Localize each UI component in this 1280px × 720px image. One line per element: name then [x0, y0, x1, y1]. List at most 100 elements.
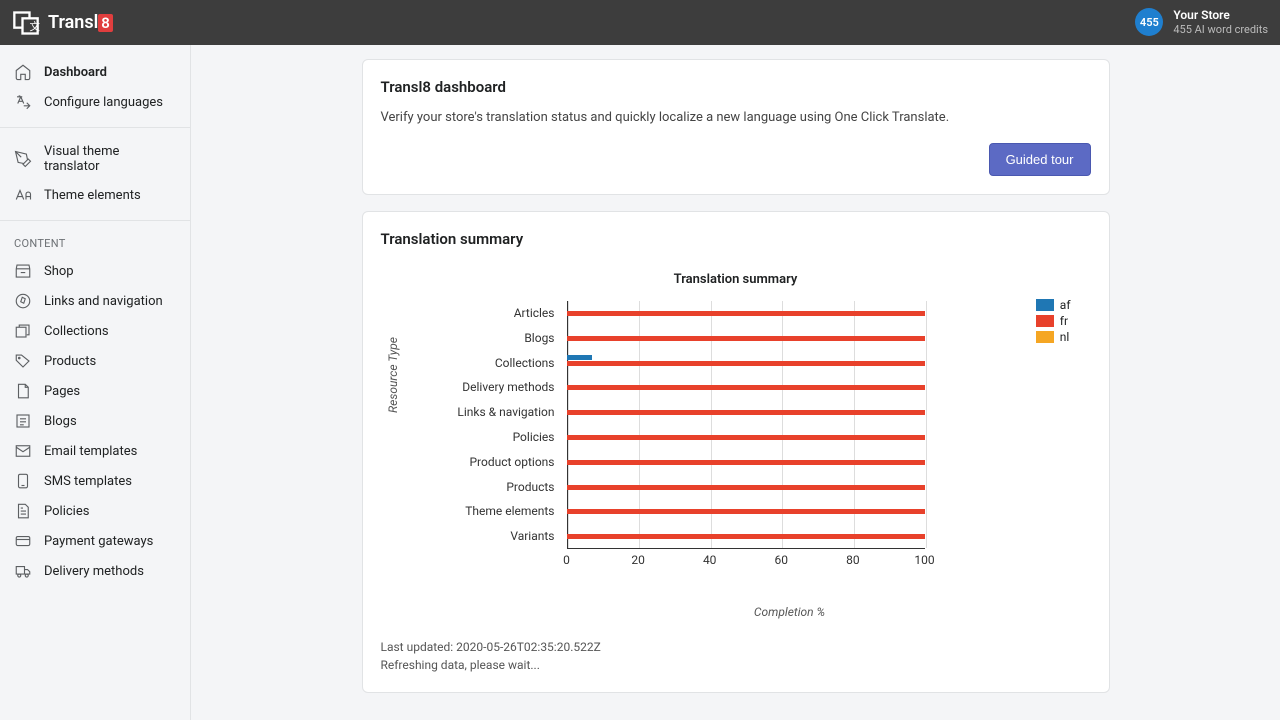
bar-fr: [567, 460, 925, 465]
payment-icon: [14, 532, 32, 550]
blog-icon: [14, 412, 32, 430]
nav-label: Payment gateways: [44, 534, 153, 549]
lang-icon: [14, 93, 32, 111]
category-label: Theme elements: [421, 504, 561, 518]
guided-tour-button[interactable]: Guided tour: [989, 143, 1091, 176]
nav-label: Visual theme translator: [44, 144, 176, 174]
category-label: Links & navigation: [421, 405, 561, 419]
sidebar-item-visual-theme-translator[interactable]: Visual theme translator: [0, 138, 190, 180]
bar-fr: [567, 361, 925, 366]
bar-fr: [567, 534, 925, 539]
sidebar-item-sms-templates[interactable]: SMS templates: [0, 466, 190, 496]
category-label: Policies: [421, 430, 561, 444]
content-heading: CONTENT: [0, 231, 190, 256]
x-tick: 80: [846, 553, 860, 567]
home-icon: [14, 63, 32, 81]
store-info[interactable]: 455 Your Store 455 AI word credits: [1135, 8, 1268, 38]
category-label: Collections: [421, 356, 561, 370]
last-updated: Last updated: 2020-05-26T02:35:20.522Z: [381, 638, 1091, 656]
bar-fr: [567, 385, 925, 390]
category-label: Delivery methods: [421, 380, 561, 394]
bar-af: [567, 355, 592, 360]
bar-fr: [567, 336, 925, 341]
sidebar-item-policies[interactable]: Policies: [0, 496, 190, 526]
category-label: Articles: [421, 306, 561, 320]
sidebar-item-configure-languages[interactable]: Configure languages: [0, 87, 190, 117]
tag-icon: [14, 352, 32, 370]
nav-label: Collections: [44, 324, 109, 339]
category-label: Products: [421, 480, 561, 494]
refreshing-text: Refreshing data, please wait...: [381, 656, 1091, 674]
sidebar-item-delivery-methods[interactable]: Delivery methods: [0, 556, 190, 586]
legend-label: af: [1060, 298, 1071, 312]
bar-fr: [567, 410, 925, 415]
sidebar-item-dashboard[interactable]: Dashboard: [0, 57, 190, 87]
legend-swatch: [1036, 299, 1054, 311]
nav-label: Products: [44, 354, 96, 369]
summary-card: Translation summary Translation summary …: [362, 211, 1110, 693]
nav-label: Pages: [44, 384, 80, 399]
sidebar: Dashboard Configure languages Visual them…: [0, 45, 191, 720]
store-name: Your Store: [1173, 8, 1268, 24]
main-content: Transl8 dashboard Verify your store's tr…: [191, 45, 1280, 720]
sidebar-item-payment-gateways[interactable]: Payment gateways: [0, 526, 190, 556]
app-header: 文 Transl8 455 Your Store 455 AI word cre…: [0, 0, 1280, 45]
x-tick: 60: [775, 553, 789, 567]
logo[interactable]: 文 Transl8: [12, 9, 113, 37]
collections-icon: [14, 322, 32, 340]
nav-label: Theme elements: [44, 188, 141, 203]
logo-text: Transl8: [48, 12, 113, 33]
mail-icon: [14, 442, 32, 460]
bar-fr: [567, 435, 925, 440]
sidebar-item-email-templates[interactable]: Email templates: [0, 436, 190, 466]
nav-label: Configure languages: [44, 95, 163, 110]
truck-icon: [14, 562, 32, 580]
x-tick: 0: [563, 553, 570, 567]
bar-fr: [567, 485, 925, 490]
x-tick: 100: [914, 553, 934, 567]
shop-icon: [14, 262, 32, 280]
legend-label: fr: [1060, 314, 1068, 328]
credits-badge: 455: [1135, 8, 1163, 36]
nav-label: Email templates: [44, 444, 137, 459]
category-label: Product options: [421, 455, 561, 469]
sidebar-item-links-and-navigation[interactable]: Links and navigation: [0, 286, 190, 316]
nav-label: Blogs: [44, 414, 77, 429]
sidebar-item-products[interactable]: Products: [0, 346, 190, 376]
legend-swatch: [1036, 315, 1054, 327]
logo-icon: 文: [12, 9, 40, 37]
chart-title: Translation summary: [381, 272, 1091, 287]
y-axis-label: Resource Type: [386, 337, 400, 413]
legend-swatch: [1036, 331, 1054, 343]
sidebar-item-blogs[interactable]: Blogs: [0, 406, 190, 436]
sms-icon: [14, 472, 32, 490]
sidebar-item-collections[interactable]: Collections: [0, 316, 190, 346]
x-axis-label: Completion %: [489, 605, 1091, 619]
bar-fr: [567, 509, 925, 514]
category-label: Variants: [421, 529, 561, 543]
sidebar-item-pages[interactable]: Pages: [0, 376, 190, 406]
x-tick: 20: [631, 553, 645, 567]
bar-fr: [567, 311, 925, 316]
brush-icon: [14, 150, 32, 168]
category-label: Blogs: [421, 331, 561, 345]
sidebar-item-theme-elements[interactable]: Theme elements: [0, 180, 190, 210]
compass-icon: [14, 292, 32, 310]
aa-icon: [14, 186, 32, 204]
legend: af fr nl: [1036, 298, 1071, 346]
dashboard-desc: Verify your store's translation status a…: [381, 110, 1091, 125]
svg-text:文: 文: [30, 20, 41, 33]
dashboard-card: Transl8 dashboard Verify your store's tr…: [362, 59, 1110, 195]
legend-item-af: af: [1036, 298, 1071, 312]
nav-label: Shop: [44, 264, 74, 279]
sidebar-item-shop[interactable]: Shop: [0, 256, 190, 286]
legend-label: nl: [1060, 330, 1070, 344]
x-tick: 40: [703, 553, 717, 567]
nav-label: Dashboard: [44, 65, 107, 80]
nav-label: Links and navigation: [44, 294, 163, 309]
dashboard-title: Transl8 dashboard: [381, 78, 1091, 96]
nav-label: SMS templates: [44, 474, 132, 489]
policy-icon: [14, 502, 32, 520]
chart: Translation summary Resource Type Articl…: [381, 262, 1091, 622]
page-icon: [14, 382, 32, 400]
